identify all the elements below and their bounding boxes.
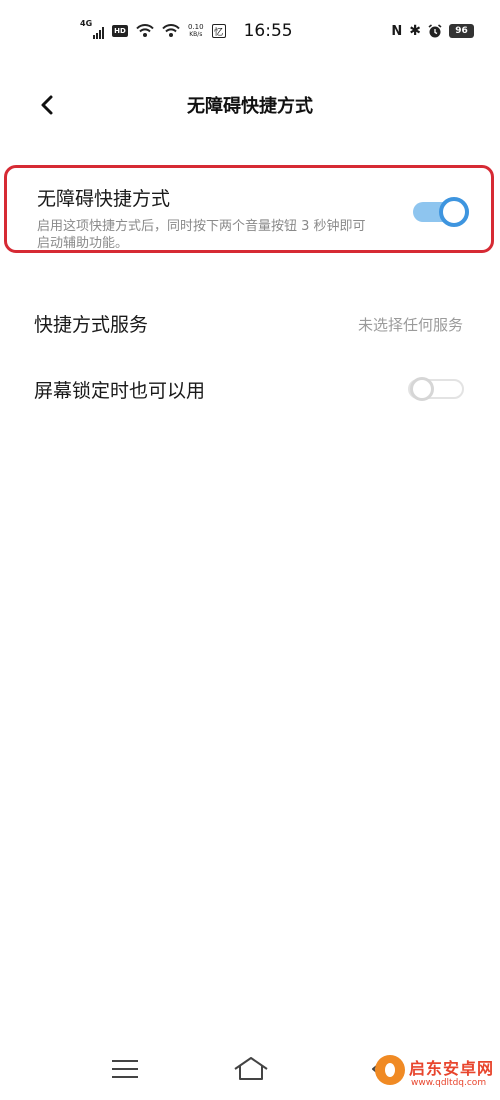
shortcut-title: 无障碍快捷方式: [37, 188, 171, 210]
status-left: 4G HD 0.10 KB/s 忆 16:55: [80, 18, 293, 44]
status-right: N ✱ 96: [391, 18, 474, 44]
wifi-2-icon: [162, 24, 180, 38]
home-button[interactable]: [232, 1054, 270, 1084]
lock-screen-row[interactable]: 屏幕锁定时也可以用: [0, 362, 500, 416]
accessibility-shortcut-row[interactable]: 无障碍快捷方式 启用这项快捷方式后，同时按下两个音量按钮 3 秒钟即可启动辅助功…: [4, 165, 494, 253]
status-time: 16:55: [243, 21, 293, 41]
nfc-icon: N: [391, 23, 403, 39]
app-notification-icon: 忆: [211, 24, 226, 38]
alarm-icon: [428, 24, 442, 38]
toggle-knob: [410, 377, 434, 401]
shortcut-description: 启用这项快捷方式后，同时按下两个音量按钮 3 秒钟即可启动辅助功能。: [37, 219, 366, 251]
toggle-knob: [439, 197, 469, 227]
lock-screen-toggle[interactable]: [408, 374, 464, 404]
app-header: 无障碍快捷方式: [0, 76, 500, 134]
watermark-logo-icon: [375, 1055, 405, 1085]
battery-icon: 96: [449, 24, 474, 38]
page-title: 无障碍快捷方式: [187, 96, 313, 117]
watermark-url: www.qdltdq.com: [411, 1078, 487, 1088]
shortcut-service-value: 未选择任何服务: [357, 316, 463, 334]
shortcut-service-row[interactable]: 快捷方式服务 未选择任何服务: [0, 296, 500, 350]
network-speed: 0.10 KB/s: [188, 23, 204, 38]
cellular-signal-icon: 4G: [80, 19, 104, 41]
status-bar: 4G HD 0.10 KB/s 忆 16:55 N ✱ 96: [0, 0, 500, 62]
recent-apps-button[interactable]: [112, 1058, 138, 1080]
lock-screen-label: 屏幕锁定时也可以用: [34, 380, 206, 402]
watermark-name: 启东安卓网: [409, 1059, 495, 1078]
home-icon: [234, 1057, 268, 1080]
site-watermark: 启东安卓网 www.qdltdq.com: [375, 1047, 500, 1097]
shortcut-toggle[interactable]: [413, 197, 469, 227]
hd-voice-icon: HD: [112, 25, 128, 37]
wifi-icon: [136, 24, 154, 38]
bluetooth-icon: ✱: [409, 23, 421, 39]
shortcut-service-label: 快捷方式服务: [34, 314, 149, 336]
